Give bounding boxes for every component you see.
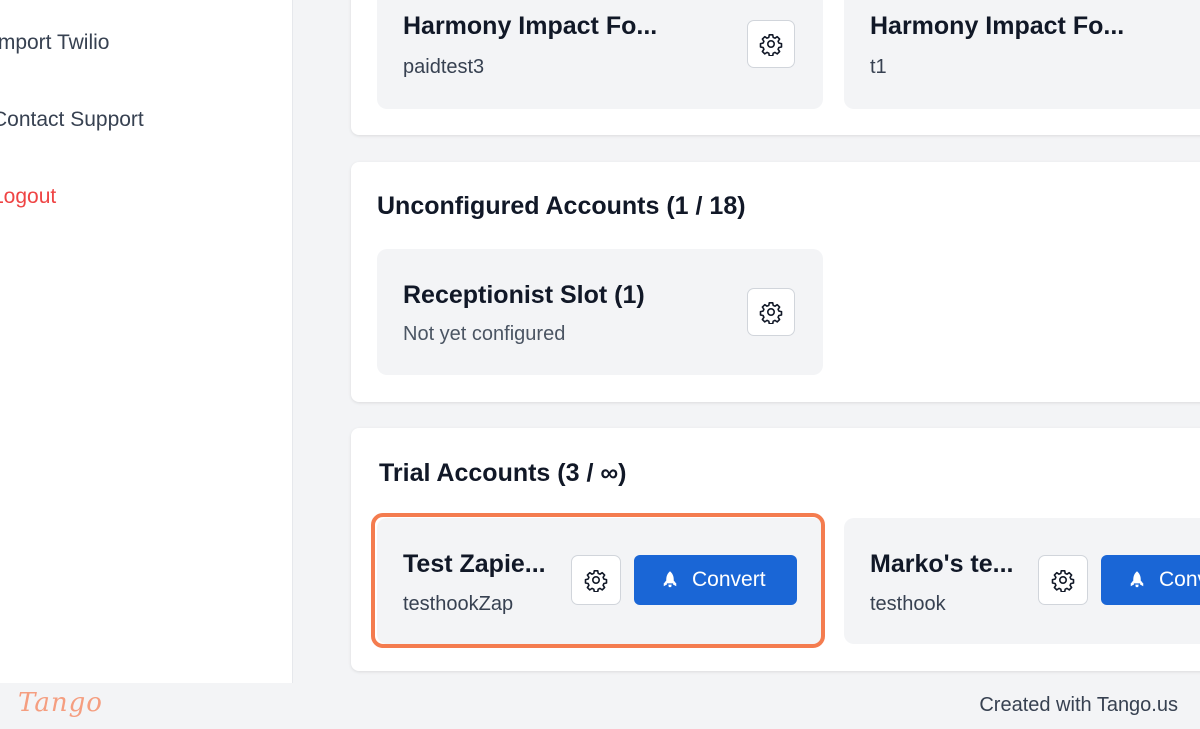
- settings-button[interactable]: [747, 20, 795, 68]
- account-card-title: Harmony Impact Fo...: [403, 12, 658, 40]
- account-card-subtitle: testhookZap: [403, 593, 514, 615]
- main-content: Harmony Impact Fo... paidtest3 Harmony I…: [293, 0, 1200, 683]
- account-card-subtitle: t1: [870, 56, 887, 78]
- account-card-title: Test Zapie...: [403, 550, 546, 578]
- section-title: Trial Accounts (3 / ∞): [379, 459, 627, 487]
- rocket-icon: [1130, 571, 1144, 588]
- convert-button-label: Convert: [1159, 568, 1200, 591]
- sidebar-item-import-twilio[interactable]: Import Twilio: [0, 31, 109, 55]
- rocket-icon: [663, 571, 677, 588]
- account-card[interactable]: Harmony Impact Fo... paidtest3: [377, 0, 823, 109]
- unconfigured-accounts-section: Unconfigured Accounts (1 / 18) Reception…: [351, 162, 1200, 402]
- account-card[interactable]: Test Zapie... testhookZap Convert: [377, 518, 823, 644]
- gear-icon: [584, 570, 608, 592]
- account-card-title: Harmony Impact Fo...: [870, 12, 1125, 40]
- account-card[interactable]: Marko's te... testhook Convert: [844, 518, 1200, 644]
- account-card[interactable]: Harmony Impact Fo... t1: [844, 0, 1200, 109]
- settings-button[interactable]: [571, 555, 621, 605]
- sidebar-item-logout[interactable]: Logout: [0, 185, 56, 209]
- gear-icon: [1051, 570, 1075, 592]
- footer-text: Created with Tango.us: [979, 694, 1178, 716]
- account-card-subtitle: testhook: [870, 593, 946, 615]
- sidebar: Import Twilio Contact Support Logout: [0, 0, 293, 683]
- account-card-title: Marko's te...: [870, 550, 1014, 578]
- convert-button[interactable]: Convert: [634, 555, 797, 605]
- gear-icon: [759, 34, 783, 56]
- gear-icon: [759, 302, 783, 324]
- settings-button[interactable]: [747, 288, 795, 336]
- sidebar-item-contact-support[interactable]: Contact Support: [0, 108, 144, 132]
- tango-logo: Tango: [18, 688, 103, 718]
- account-card-subtitle: Not yet configured: [403, 323, 566, 345]
- account-card-title: Receptionist Slot (1): [403, 281, 645, 309]
- account-card[interactable]: Receptionist Slot (1) Not yet configured: [377, 249, 823, 375]
- trial-accounts-section: Trial Accounts (3 / ∞) Test Zapie... tes…: [351, 428, 1200, 671]
- section-title: Unconfigured Accounts (1 / 18): [377, 192, 746, 220]
- account-card-subtitle: paidtest3: [403, 56, 485, 78]
- convert-button[interactable]: Convert: [1101, 555, 1200, 605]
- convert-button-label: Convert: [692, 568, 766, 591]
- settings-button[interactable]: [1038, 555, 1088, 605]
- paid-accounts-section: Harmony Impact Fo... paidtest3 Harmony I…: [351, 0, 1200, 135]
